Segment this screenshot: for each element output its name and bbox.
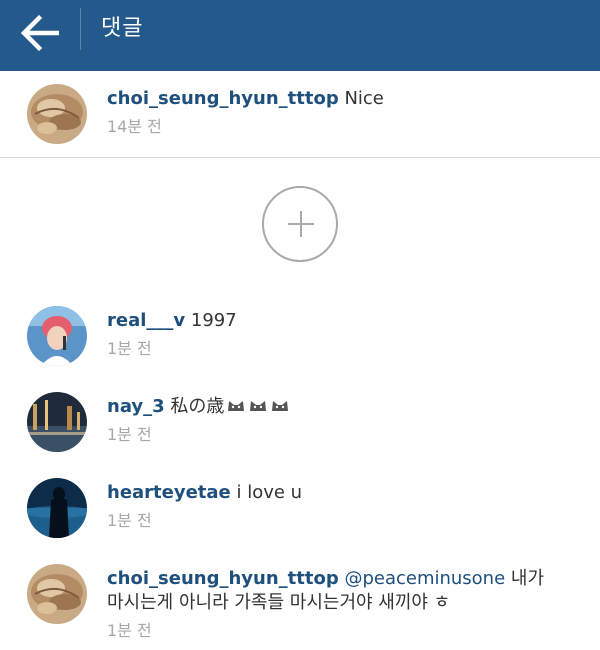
comment-timestamp: 14분 전	[107, 117, 162, 136]
comment-timestamp: 1분 전	[107, 339, 152, 358]
avatar[interactable]	[27, 392, 87, 452]
comment-username[interactable]: choi_seung_hyun_tttop	[107, 568, 339, 589]
comment-username[interactable]: real___v	[107, 310, 185, 331]
comment-text: 私の歳	[170, 396, 225, 417]
cat-face-emoji	[228, 401, 245, 411]
comment-item: nay_3 私の歳 1분 전	[0, 392, 600, 456]
comment-mention[interactable]: @peaceminusone	[344, 568, 505, 589]
divider	[0, 157, 600, 158]
comment-item: choi_seung_hyun_tttop @peaceminusone 내가 …	[0, 564, 600, 650]
comment-text: i love u	[236, 482, 303, 503]
comment-timestamp: 1분 전	[107, 511, 152, 530]
comment-body: choi_seung_hyun_tttop @peaceminusone 내가 …	[107, 567, 580, 643]
cat-face-emoji	[272, 401, 289, 411]
comment-timestamp: 1분 전	[107, 621, 152, 640]
comment-text: 1997	[190, 310, 237, 331]
comment-timestamp: 1분 전	[107, 425, 152, 444]
comment-username[interactable]: choi_seung_hyun_tttop	[107, 88, 339, 109]
comment-body: real___v 1997 1분 전	[107, 309, 580, 361]
comment-username[interactable]: hearteyetae	[107, 482, 231, 503]
avatar[interactable]	[27, 306, 87, 366]
comment-body: nay_3 私の歳 1분 전	[107, 395, 580, 447]
load-more-comments-button[interactable]	[262, 186, 338, 262]
comment-item: real___v 1997 1분 전	[0, 306, 600, 370]
top-bar: 댓글	[0, 0, 600, 71]
comment-item: hearteyetae i love u 1분 전	[0, 478, 600, 542]
comment-text: Nice	[344, 88, 384, 109]
comment-body: choi_seung_hyun_tttop Nice 14분 전	[107, 87, 580, 139]
header-divider	[80, 8, 81, 50]
arrow-left-icon	[20, 14, 59, 52]
page-title: 댓글	[101, 16, 144, 41]
comment-text-continued: 마시는게 아니라 가족들 마시는거야 새끼야 ㅎ	[107, 592, 451, 613]
back-button[interactable]	[20, 14, 62, 52]
avatar[interactable]	[27, 478, 87, 538]
cat-face-emoji	[250, 401, 267, 411]
comment-text: 내가	[510, 568, 545, 589]
avatar[interactable]	[27, 564, 87, 624]
comment-body: hearteyetae i love u 1분 전	[107, 481, 580, 533]
comment-username[interactable]: nay_3	[107, 396, 165, 417]
avatar[interactable]	[27, 84, 87, 144]
caption-comment: choi_seung_hyun_tttop Nice 14분 전	[0, 84, 600, 154]
